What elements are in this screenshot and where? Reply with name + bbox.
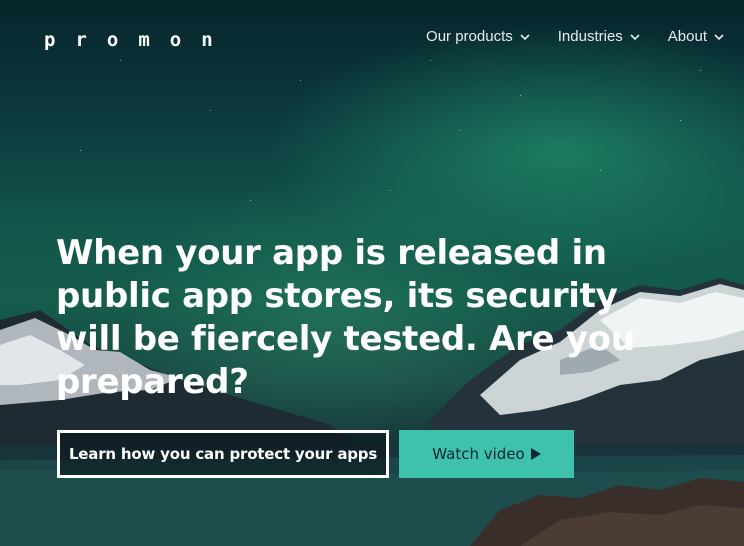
nav-item-label: Our products	[426, 28, 513, 45]
watch-video-button[interactable]: Watch video	[399, 430, 574, 478]
hero-headline: When your app is released in public app …	[56, 233, 635, 402]
nav-item-label: Industries	[557, 28, 623, 45]
top-navigation: promon Our products Industries About	[0, 0, 744, 80]
chevron-down-icon	[714, 33, 724, 40]
chevron-down-icon	[520, 33, 530, 40]
main-menu: Our products Industries About	[426, 28, 724, 45]
hero-section: promon Our products Industries About Whe…	[0, 0, 744, 546]
play-icon	[530, 448, 541, 460]
nav-item-our-products[interactable]: Our products	[426, 28, 530, 45]
learn-protect-button[interactable]: Learn how you can protect your apps	[57, 430, 389, 478]
promon-logo[interactable]: promon	[44, 29, 233, 51]
watch-video-label: Watch video	[432, 445, 525, 463]
nav-item-about[interactable]: About	[668, 28, 724, 45]
nav-item-industries[interactable]: Industries	[558, 28, 640, 45]
nav-item-label: About	[667, 28, 707, 45]
chevron-down-icon	[630, 33, 640, 40]
